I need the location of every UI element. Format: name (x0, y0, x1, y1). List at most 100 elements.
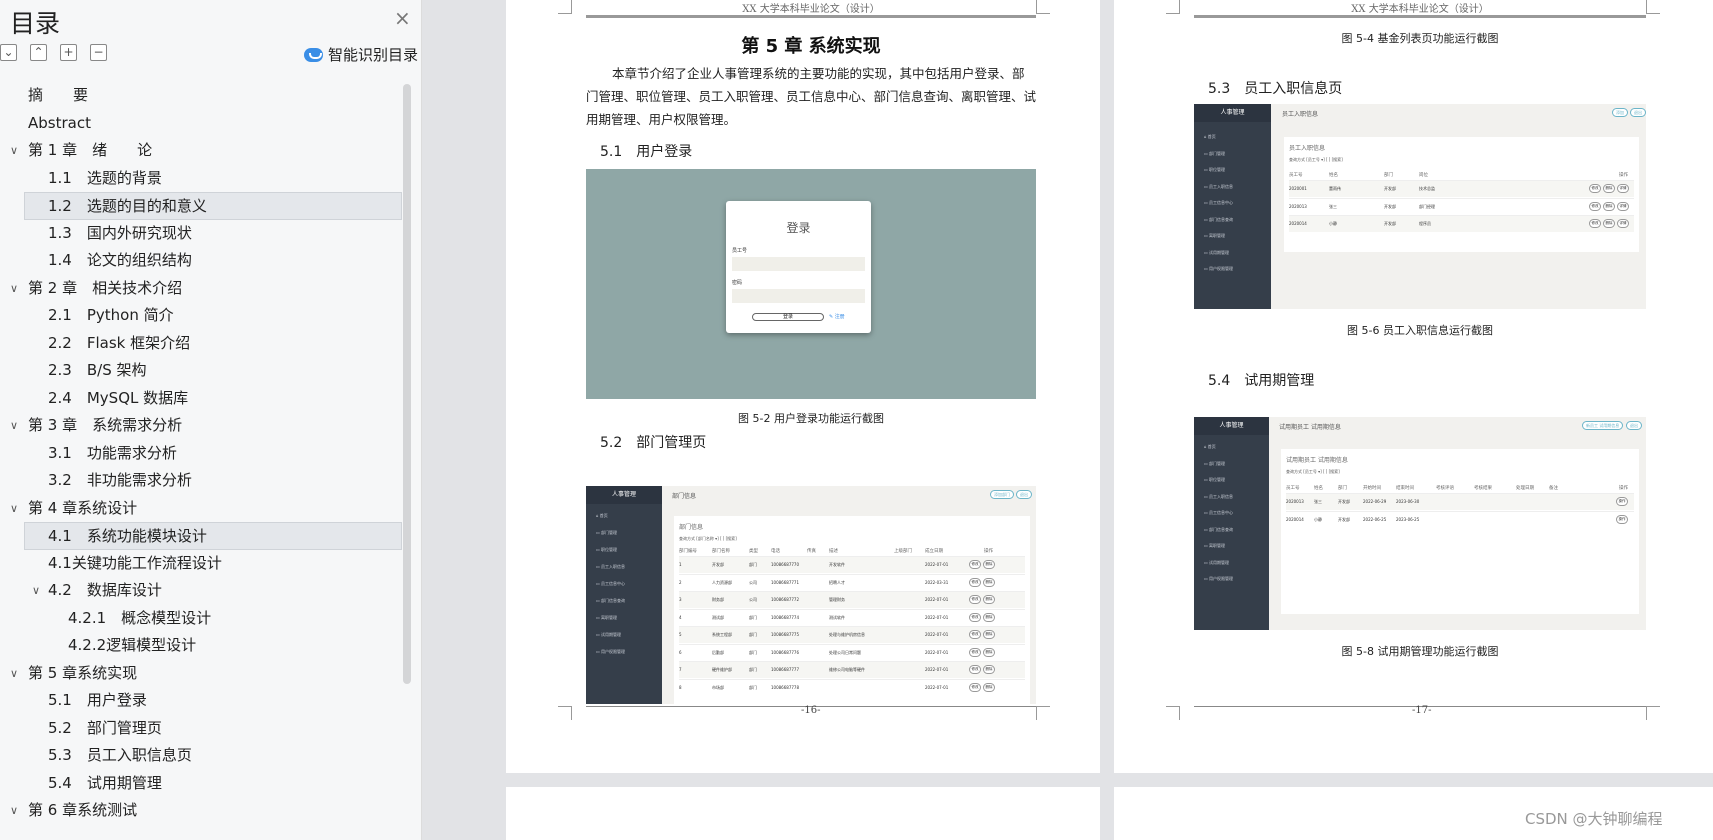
table-row: 5 系统工程部 部门 10086687775 处理与维护机房信息 2022-07-01 修改… (679, 626, 1025, 643)
table-cell: 10086687771 (771, 579, 799, 585)
admin-nav-item: ▭ 职位管理 (1204, 167, 1226, 172)
table-row: 1 开发部 部门 10086687770 开发软件 2022-07-01 修改 删除 (679, 556, 1025, 573)
table-cell: 2022-06-29 (1363, 499, 1387, 504)
chevron-down-icon[interactable]: ∨ (10, 495, 18, 523)
toc-item[interactable]: 2.4 MySQL 数据库 (0, 385, 402, 413)
table-header-cell: 考核结果 (1474, 486, 1492, 491)
chevron-down-icon[interactable]: ∨ (32, 577, 40, 605)
toc-item[interactable]: 1.4 论文的组织结构 (0, 247, 402, 275)
row-action-button: 修改 (1589, 219, 1601, 228)
toc-item[interactable]: 1.3 国内外研究现状 (0, 220, 402, 248)
toc-item[interactable]: ∨ 第 3 章 系统需求分析 (0, 412, 402, 440)
toc-item[interactable]: ∨ 4.2 数据库设计 (0, 577, 402, 605)
expand-up-icon[interactable]: ⌃ (30, 44, 47, 61)
toc-item-label: 4.1 系统功能模块设计 (48, 527, 207, 545)
row-action-button: 修改 (969, 665, 981, 674)
chevron-down-icon[interactable]: ∨ (10, 275, 18, 303)
admin-nav-item: ▭ 用户权限管理 (1204, 266, 1234, 271)
chevron-down-icon[interactable]: ∨ (10, 660, 18, 688)
toc-toolbar: ⌄ ⌃ + − (0, 44, 107, 61)
table-cell: 开发软件 (829, 562, 845, 567)
toc-scrollbar[interactable] (403, 84, 411, 684)
table-cell: 部门 (749, 667, 757, 672)
admin-nav-item: ▭ 部门信息查询 (1204, 526, 1234, 532)
table-cell: 2020013 (1289, 203, 1307, 209)
toc-item-label: 1.3 国内外研究现状 (48, 223, 192, 242)
row-action-button: 删除 (983, 560, 995, 569)
row-action-button: 删除 (1603, 184, 1615, 193)
table-cell: 测试软件 (829, 614, 845, 620)
table-cell: 2023-06-30 (1396, 499, 1420, 504)
toc-item[interactable]: 4.2.2逻辑模型设计 (0, 632, 402, 660)
admin-nav-item: ▭ 离职管理 (1204, 543, 1226, 548)
crop-mark (1036, 706, 1050, 720)
row-action-button: 操作 (1616, 497, 1628, 506)
department-screenshot: 人事管理 ⌂ 首页 ▭ 部门管理 ▭ 职位管理 ▭ 员工入职信息 ▭ 员工信息中心 ▭ 部… (586, 486, 1036, 704)
toc-item[interactable]: ∨ 第 1 章 绪 论 (0, 137, 402, 165)
table-cell: 小静 (1329, 221, 1337, 226)
toc-item[interactable]: 3.1 功能需求分析 (0, 440, 402, 468)
admin-nav-item: ▭ 用户权限管理 (1204, 576, 1234, 581)
logout-pill: 退出 (1630, 108, 1646, 117)
page-17: XX 大学本科毕业论文（设计） 图 5-4 基金列表页功能运行截图 5.3 员工… (1114, 0, 1713, 773)
chevron-down-icon[interactable]: ∨ (10, 137, 18, 165)
toc-item-label: 摘 要 (28, 86, 89, 104)
table-cell: 5 (679, 632, 682, 637)
table-cell: 部门 (749, 614, 757, 620)
toc-item[interactable]: 2.3 B/S 架构 (0, 357, 402, 385)
table-cell: 部门 (749, 632, 757, 637)
toc-item[interactable]: 2.1 Python 简介 (0, 302, 402, 330)
close-icon[interactable]: × (394, 6, 411, 30)
smart-detect-toc-button[interactable]: 智能识别目录 (304, 44, 418, 65)
table-cell: 部门经理 (1419, 203, 1435, 209)
plus-icon[interactable]: + (60, 44, 77, 61)
minus-icon[interactable]: − (90, 44, 107, 61)
admin-nav-item: ▭ 部门信息查询 (1204, 216, 1234, 222)
chevron-down-icon[interactable]: ∨ (10, 797, 18, 825)
card-title: 试用期员工 试用期信息 (1286, 457, 1348, 464)
toc-item[interactable]: ∨ 第 4 章系统设计 (0, 495, 402, 523)
toc-item[interactable]: 摘 要 (0, 82, 402, 110)
table-cell: 维修公司电脑等硬件 (829, 667, 865, 672)
row-action-button: 修改 (1589, 201, 1601, 211)
row-action-button: 修改 (969, 560, 981, 569)
toc-item[interactable]: 5.4 试用期管理 (0, 770, 402, 798)
toc-item[interactable]: 5.3 员工入职信息页 (0, 742, 402, 770)
toc-item-label: Abstract (28, 113, 91, 132)
admin-nav-item: ▭ 试用期管理 (1204, 249, 1230, 255)
table-cell: 4 (679, 614, 682, 620)
crop-mark (558, 0, 572, 14)
chevron-down-icon[interactable]: ∨ (10, 412, 18, 440)
table-cell: 10086687775 (771, 632, 799, 637)
toc-item[interactable]: 1.2 选题的目的和意义 (24, 192, 402, 220)
row-action-button: 删除 (1603, 219, 1615, 228)
toc-item[interactable]: ∨ 第 2 章 相关技术介绍 (0, 275, 402, 303)
logout-pill: 退出 (1626, 421, 1642, 430)
toc-item[interactable]: 4.2.1 概念模型设计 (0, 605, 402, 633)
table-cell: 10086687776 (771, 649, 799, 655)
collapse-icon[interactable]: ⌄ (0, 44, 17, 61)
figure-caption: 图 5-4 基金列表页功能运行截图 (1341, 32, 1499, 45)
toc-item[interactable]: 2.2 Flask 框架介绍 (0, 330, 402, 358)
register-link: ✎ 注册 (829, 314, 845, 320)
admin-nav-item: ▭ 部门管理 (1204, 460, 1226, 466)
toc-item[interactable]: Abstract (0, 110, 402, 138)
toc-item-label: 2.3 B/S 架构 (48, 361, 147, 379)
table-cell: 3 (679, 597, 682, 602)
toc-item[interactable]: 1.1 选题的背景 (0, 165, 402, 193)
table-cell: 开发部 (1338, 499, 1350, 504)
toc-item[interactable]: 4.1关键功能工作流程设计 (0, 550, 402, 578)
toc-item[interactable]: ∨ 第 6 章系统测试 (0, 797, 402, 825)
toc-item[interactable]: 4.1 系统功能模块设计 (24, 522, 402, 550)
table-cell: 1 (679, 562, 682, 567)
section-5-3-heading: 5.3 员工入职信息页 (1208, 81, 1343, 97)
table-cell: 管理财务 (829, 597, 845, 602)
toc-item[interactable]: 3.2 非功能需求分析 (0, 467, 402, 495)
table-header-cell: 姓名 (1314, 486, 1323, 491)
toc-item[interactable]: 5.2 部门管理页 (0, 715, 402, 743)
toc-item[interactable]: 5.1 用户登录 (0, 687, 402, 715)
admin-nav-item: ▭ 员工信息中心 (1204, 510, 1234, 515)
table-cell: 10086687774 (771, 614, 799, 620)
toc-item[interactable]: ∨ 第 5 章系统实现 (0, 660, 402, 688)
crop-mark (1036, 0, 1050, 14)
